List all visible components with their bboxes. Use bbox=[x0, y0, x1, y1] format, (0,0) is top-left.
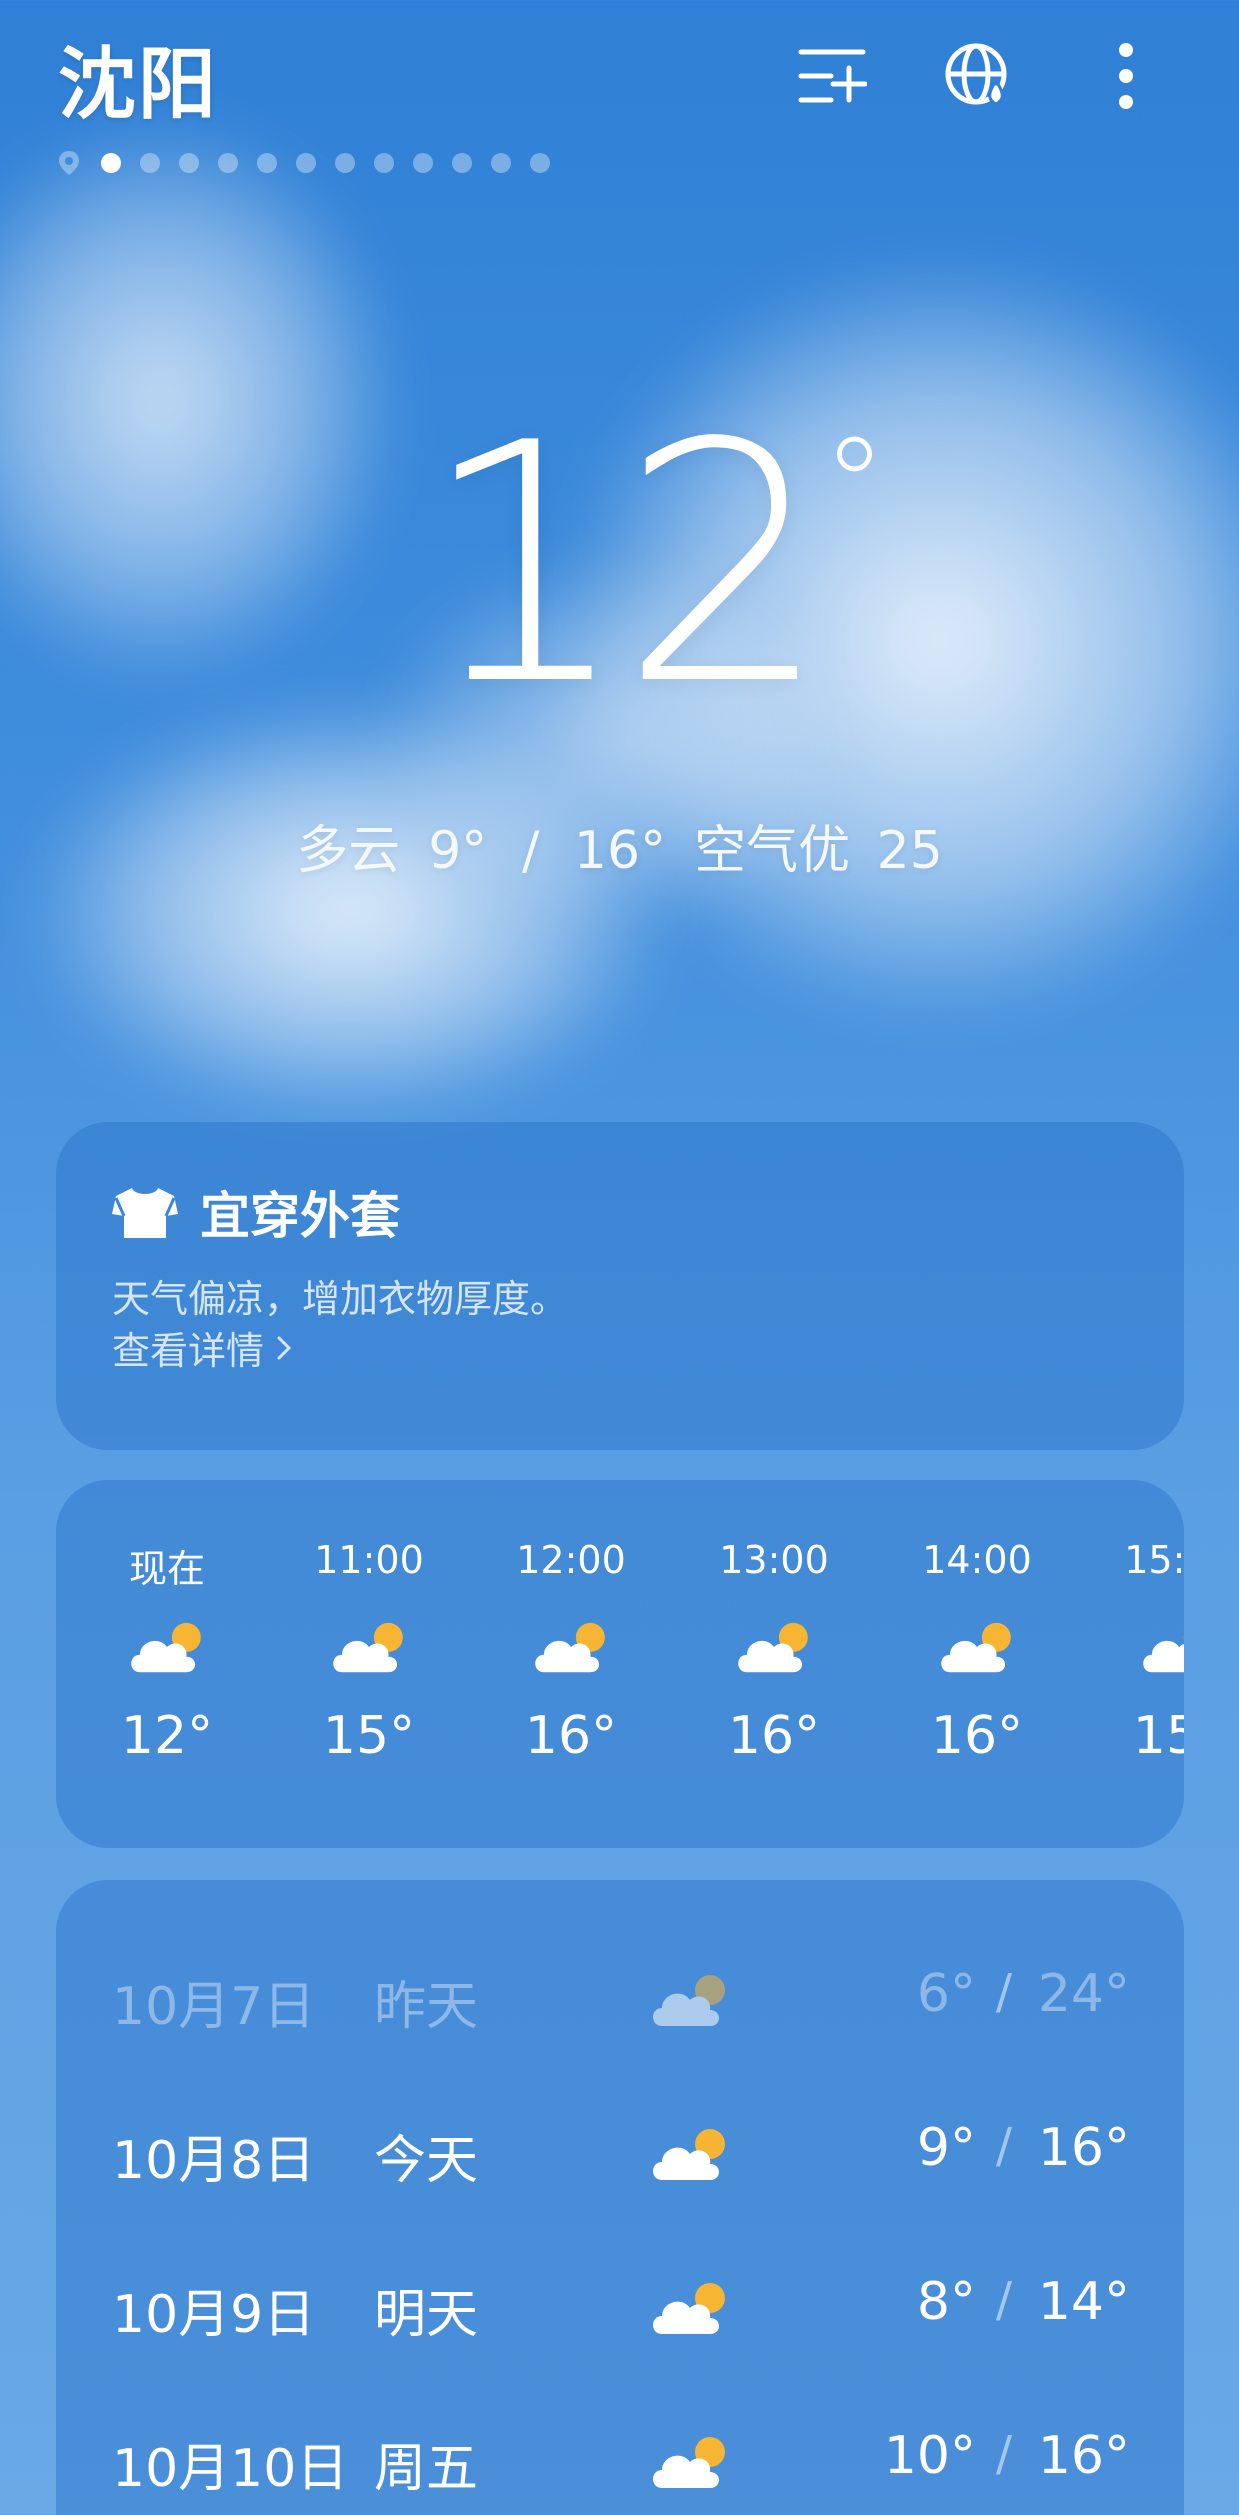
hourly-forecast-card[interactable]: 现在 12° 11:00 15° 12:00 16° 13:00 16° 14:00 16° 15:… bbox=[56, 1480, 1184, 1848]
daily-day: 周五 bbox=[374, 2439, 479, 2499]
daily-low-temp: 10° bbox=[883, 2426, 976, 2486]
hourly-time: 14:00 bbox=[922, 1538, 1032, 1582]
daily-forecast-card[interactable]: 10月7日 昨天 6°/24° 10月8日 今天 9°/16° 10月9日 明天 8°/14° 1… bbox=[56, 1880, 1184, 2515]
page-dot[interactable] bbox=[257, 153, 277, 173]
hourly-temp: 16° bbox=[930, 1706, 1024, 1766]
dress-description: 天气偏凉，增加衣物厚度。 bbox=[112, 1277, 569, 1321]
degree-symbol: ° bbox=[822, 409, 887, 561]
page-dot[interactable] bbox=[218, 153, 238, 173]
more-options-icon[interactable] bbox=[1086, 36, 1166, 116]
hourly-item[interactable]: 11:00 15° bbox=[294, 1538, 444, 1766]
current-temperature: 12 bbox=[420, 373, 830, 757]
city-name[interactable]: 沈阳 bbox=[58, 22, 218, 134]
weather-screen: 沈阳 12 ° 多云 9° / 16° 空气优 25 宜穿外套 天气偏凉，增加衣… bbox=[0, 0, 1239, 2515]
daily-high-temp: 16° bbox=[1037, 2118, 1130, 2178]
page-dot[interactable] bbox=[140, 153, 160, 173]
partly-cloudy-icon bbox=[648, 1972, 732, 2032]
daily-day: 昨天 bbox=[374, 1977, 479, 2037]
partly-cloudy-icon bbox=[648, 2434, 732, 2494]
hourly-item[interactable]: 现在 12° bbox=[92, 1538, 242, 1766]
page-dot[interactable] bbox=[530, 153, 550, 173]
temp-separator: / bbox=[521, 821, 540, 881]
daily-high-temp: 14° bbox=[1037, 2272, 1130, 2332]
partly-cloudy-icon bbox=[126, 1620, 208, 1678]
hourly-temp: 16° bbox=[727, 1706, 821, 1766]
daily-row[interactable]: 10月9日 明天 8° / 14° bbox=[56, 2254, 1184, 2354]
hourly-item[interactable]: 15:00 15° bbox=[1104, 1538, 1184, 1766]
hourly-item[interactable]: 13:00 16° bbox=[699, 1538, 849, 1766]
daily-low-temp: 9° bbox=[916, 2118, 976, 2178]
add-city-icon[interactable] bbox=[792, 36, 872, 116]
daily-low-temp: 8° bbox=[916, 2272, 976, 2332]
low-temp: 9° bbox=[428, 821, 488, 881]
daily-temp-separator: / bbox=[995, 2426, 1012, 2482]
partly-cloudy-icon bbox=[530, 1620, 612, 1678]
daily-date: 10月10日 bbox=[112, 2439, 349, 2499]
daily-low-temp: 6° bbox=[916, 1964, 976, 2024]
page-dot[interactable] bbox=[413, 153, 433, 173]
daily-date: 10月8日 bbox=[112, 2131, 316, 2191]
shirt-icon bbox=[112, 1188, 178, 1238]
high-temp: 16° bbox=[573, 821, 667, 881]
daily-day: 明天 bbox=[374, 2285, 479, 2345]
daily-temp-separator: / bbox=[995, 1964, 1012, 2020]
partly-cloudy-icon bbox=[936, 1620, 1018, 1678]
daily-temp-separator: / bbox=[995, 2118, 1012, 2174]
hourly-item[interactable]: 12:00 16° bbox=[496, 1538, 646, 1766]
global-weather-icon[interactable] bbox=[938, 36, 1018, 116]
top-bar: 沈阳 bbox=[0, 0, 1239, 140]
hourly-time: 15:00 bbox=[1124, 1538, 1184, 1582]
daily-date: 10月7日 bbox=[112, 1977, 316, 2037]
page-dots bbox=[101, 153, 550, 173]
daily-day: 今天 bbox=[374, 2131, 479, 2191]
partly-cloudy-icon bbox=[328, 1620, 410, 1678]
hourly-temp: 16° bbox=[524, 1706, 618, 1766]
city-page-indicator bbox=[56, 150, 550, 176]
hourly-temp: 15° bbox=[322, 1706, 416, 1766]
dress-title: 宜穿外套 bbox=[200, 1187, 400, 1245]
partly-cloudy-icon bbox=[1138, 1620, 1184, 1678]
dressing-advice-card[interactable]: 宜穿外套 天气偏凉，增加衣物厚度。 查看详情 bbox=[56, 1122, 1184, 1450]
hourly-item[interactable]: 14:00 16° bbox=[902, 1538, 1052, 1766]
hourly-temp: 12° bbox=[120, 1706, 214, 1766]
partly-cloudy-icon bbox=[733, 1620, 815, 1678]
daily-temp-separator: / bbox=[995, 2272, 1012, 2328]
chevron-right-icon bbox=[277, 1336, 292, 1359]
page-dot[interactable] bbox=[179, 153, 199, 173]
page-dot[interactable] bbox=[296, 153, 316, 173]
weather-summary[interactable]: 多云 9° / 16° 空气优 25 bbox=[0, 808, 1239, 883]
page-dot[interactable] bbox=[101, 153, 121, 173]
hourly-temp: 15° bbox=[1132, 1706, 1184, 1766]
condition-text: 多云 bbox=[296, 821, 401, 881]
page-dot[interactable] bbox=[491, 153, 511, 173]
air-quality[interactable]: 空气优 25 bbox=[694, 821, 943, 881]
daily-row[interactable]: 10月8日 今天 9° / 16° bbox=[56, 2100, 1184, 2200]
daily-date: 10月9日 bbox=[112, 2285, 316, 2345]
hourly-time: 现在 bbox=[128, 1547, 205, 1591]
daily-row[interactable]: 10月10日 周五 10° / 16° bbox=[56, 2408, 1184, 2508]
daily-high-temp: 24° bbox=[1037, 1964, 1130, 2024]
hourly-time: 12:00 bbox=[516, 1538, 626, 1582]
location-pin-icon bbox=[59, 151, 79, 175]
view-details-link[interactable]: 查看详情 bbox=[112, 1320, 292, 1375]
page-dot[interactable] bbox=[452, 153, 472, 173]
page-dot[interactable] bbox=[374, 153, 394, 173]
dress-header: 宜穿外套 bbox=[110, 1176, 400, 1248]
partly-cloudy-icon bbox=[648, 2280, 732, 2340]
daily-high-temp: 16° bbox=[1037, 2426, 1130, 2486]
page-dot[interactable] bbox=[335, 153, 355, 173]
daily-row[interactable]: 10月7日 昨天 6° / 24° bbox=[56, 1946, 1184, 2046]
hourly-time: 11:00 bbox=[314, 1538, 424, 1582]
partly-cloudy-icon bbox=[648, 2126, 732, 2186]
view-details-label: 查看详情 bbox=[112, 1329, 265, 1373]
hourly-time: 13:00 bbox=[719, 1538, 829, 1582]
